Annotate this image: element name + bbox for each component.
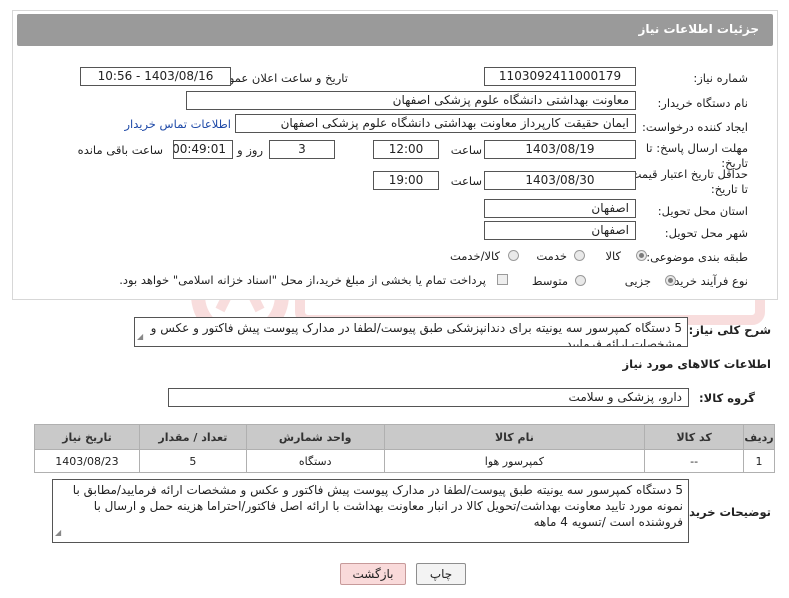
buyer-contact-link[interactable]: اطلاعات تماس خریدار xyxy=(124,117,231,131)
process-radio-minor[interactable] xyxy=(665,275,676,286)
col-row-number: ردیف xyxy=(743,424,775,450)
buyer-notes-text: 5 دستگاه کمپرسور سه یونیته طبق پیوست/لطف… xyxy=(72,483,683,529)
col-goods-name: نام کالا xyxy=(383,424,646,450)
province-field: اصفهان xyxy=(484,199,636,218)
table-row: 1 -- کمپرسور هوا دستگاه 5 1403/08/23 xyxy=(34,449,775,473)
days-field: 3 xyxy=(269,140,335,159)
print-button[interactable]: چاپ xyxy=(416,563,466,585)
col-need-date: تاریخ نیاز xyxy=(34,424,140,450)
deadline-time-word: ساعت xyxy=(450,143,482,157)
days-word: روز و xyxy=(237,143,263,157)
panel-title: جزئیات اطلاعات نیاز xyxy=(638,22,759,36)
validity-label: حداقل تاریخ اعتبار قیمت: تا تاریخ: xyxy=(626,167,748,196)
table-header-row: ردیف کد کالا نام کالا واحد شمارش تعداد /… xyxy=(34,424,775,450)
col-unit: واحد شمارش xyxy=(245,424,385,450)
category-option-goods-service: کالا/خدمت xyxy=(449,249,500,263)
creator-field: ایمان حقیقت کارپرداز معاونت بهداشتی دانش… xyxy=(235,114,636,133)
validity-time-field: 19:00 xyxy=(373,171,439,190)
description-textarea[interactable]: 5 دستگاه کمپرسور سه یونیته برای دندانپزش… xyxy=(134,317,688,347)
remaining-word: ساعت باقی مانده xyxy=(77,143,163,157)
cell-row-number: 1 xyxy=(743,449,775,473)
creator-label: ایجاد کننده درخواست: xyxy=(642,120,748,134)
category-radio-goods[interactable] xyxy=(636,250,647,261)
goods-section-title: اطلاعات کالاهای مورد نیاز xyxy=(622,357,771,371)
resize-grip-icon[interactable]: ◢ xyxy=(55,525,61,541)
city-field: اصفهان xyxy=(484,221,636,240)
deadline-date-field: 1403/08/19 xyxy=(484,140,636,159)
cell-unit: دستگاه xyxy=(245,449,385,473)
need-number-label: شماره نیاز: xyxy=(693,71,748,85)
buyer-field: معاونت بهداشتی دانشگاه علوم پزشکی اصفهان xyxy=(186,91,636,110)
process-option-minor: جزیی xyxy=(624,274,651,288)
payment-checkbox[interactable] xyxy=(497,274,508,285)
cell-quantity: 5 xyxy=(138,449,247,473)
category-option-service: خدمت xyxy=(536,249,567,263)
remaining-time-field: 00:49:01 xyxy=(173,140,233,159)
category-label: طبقه بندی موضوعی: xyxy=(646,250,748,264)
process-option-medium: متوسط xyxy=(531,274,568,288)
process-radio-medium[interactable] xyxy=(575,275,586,286)
panel-header: جزئیات اطلاعات نیاز xyxy=(17,14,773,46)
back-button[interactable]: بازگشت xyxy=(340,563,406,585)
deadline-time-field: 12:00 xyxy=(373,140,439,159)
resize-grip-icon[interactable]: ◢ xyxy=(137,329,143,345)
cell-goods-code: -- xyxy=(644,449,745,473)
payment-note: پرداخت تمام یا بخشی از مبلغ خرید،از محل … xyxy=(119,273,486,287)
announce-date-field: 1403/08/16 - 10:56 xyxy=(80,67,231,86)
col-quantity: تعداد / مقدار xyxy=(138,424,247,450)
city-label: شهر محل تحویل: xyxy=(664,226,748,240)
validity-time-word: ساعت xyxy=(450,174,482,188)
col-goods-code: کد کالا xyxy=(644,424,745,450)
province-label: استان محل تحویل: xyxy=(657,204,748,218)
need-number-field: 1103092411000179 xyxy=(484,67,636,86)
cell-need-date: 1403/08/23 xyxy=(34,449,140,473)
process-label: نوع فرآیند خرید : xyxy=(666,274,748,288)
buyer-notes-textarea[interactable]: 5 دستگاه کمپرسور سه یونیته طبق پیوست/لطف… xyxy=(52,479,689,543)
category-radio-goods-service[interactable] xyxy=(508,250,519,261)
cell-goods-name: کمپرسور هوا xyxy=(383,449,646,473)
description-text: 5 دستگاه کمپرسور سه یونیته برای دندانپزش… xyxy=(150,321,682,347)
goods-group-label: گروه کالا: xyxy=(699,391,755,405)
category-radio-service[interactable] xyxy=(574,250,585,261)
goods-table: ردیف کد کالا نام کالا واحد شمارش تعداد /… xyxy=(34,424,775,473)
description-label: شرح کلی نیاز: xyxy=(688,323,771,337)
goods-group-field: دارو، پزشکی و سلامت xyxy=(168,388,689,407)
validity-date-field: 1403/08/30 xyxy=(484,171,636,190)
category-option-goods: کالا xyxy=(605,249,621,263)
buyer-label: نام دستگاه خریدار: xyxy=(657,96,748,110)
